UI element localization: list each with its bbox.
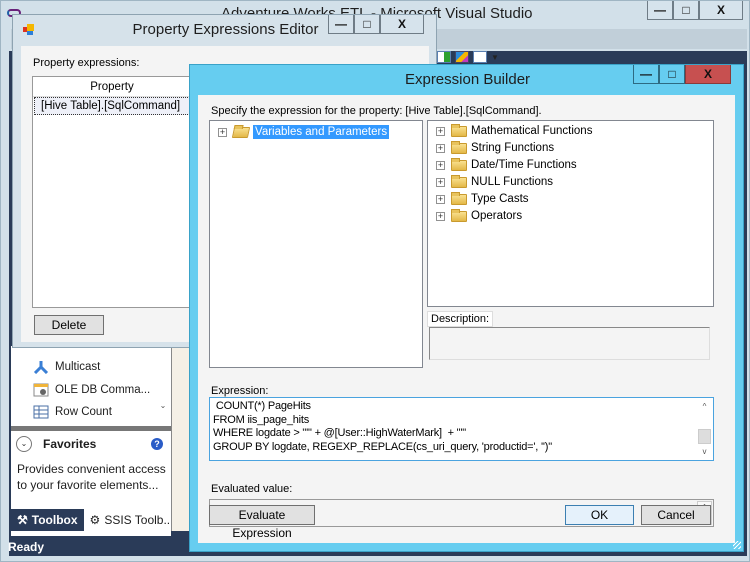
vs-close-button[interactable]: X xyxy=(699,1,743,20)
folder-icon xyxy=(451,208,467,222)
folder-icon xyxy=(451,140,467,154)
tree-node-operators[interactable]: + Operators xyxy=(436,208,522,224)
description-label: Description: xyxy=(427,311,494,327)
folder-icon xyxy=(451,191,467,205)
vs-caption-buttons: — □ X xyxy=(647,1,743,20)
toolbox-item-label: Row Count xyxy=(55,406,112,418)
functions-tree: + Mathematical Functions + String Functi… xyxy=(427,120,714,307)
maximize-button[interactable]: □ xyxy=(659,65,685,84)
toolbox-pane: Multicast OLE DB Comma... Row Count ⌄ ⌄ … xyxy=(11,346,171,536)
toolbox-icon: ⚒ xyxy=(17,513,28,527)
expand-icon[interactable]: + xyxy=(436,211,445,221)
toolbox-scroll-down-button[interactable]: ⌄ xyxy=(157,401,169,415)
tree-node-label: Mathematical Functions xyxy=(471,125,593,137)
toolbox-item-label: OLE DB Comma... xyxy=(55,384,151,396)
expression-text[interactable]: COUNT(*) PageHits FROM iis_page_hits WHE… xyxy=(213,400,693,454)
expand-icon[interactable]: + xyxy=(436,143,445,153)
column-header-property[interactable]: Property xyxy=(33,77,191,97)
dialog-caption-buttons: — □ X xyxy=(328,15,424,34)
dialog-caption-buttons: — □ X xyxy=(633,65,731,84)
table-row[interactable]: [Hive Table].[SqlCommand] xyxy=(34,97,190,115)
description-box xyxy=(429,327,710,360)
scroll-up-button[interactable]: ^ xyxy=(697,399,712,414)
vs-minimize-button[interactable]: — xyxy=(647,1,673,20)
property-expressions-grid: Property [Hive Table].[SqlCommand] xyxy=(32,76,192,308)
tree-node-label: Variables and Parameters xyxy=(253,125,390,139)
folder-open-icon xyxy=(231,126,251,138)
maximize-button[interactable]: □ xyxy=(354,15,380,34)
close-button[interactable]: X xyxy=(685,65,731,84)
tree-node-label: Type Casts xyxy=(471,193,529,205)
favorites-expander-icon[interactable]: ⌄ xyxy=(16,436,32,452)
evaluate-expression-button[interactable]: Evaluate Expression xyxy=(209,505,315,540)
expand-icon[interactable]: + xyxy=(218,127,227,137)
expand-icon[interactable]: + xyxy=(436,177,445,187)
expression-input[interactable]: COUNT(*) PageHits FROM iis_page_hits WHE… xyxy=(209,397,714,461)
scroll-thumb[interactable] xyxy=(698,429,711,444)
tree-node-type-casts[interactable]: + Type Casts xyxy=(436,191,529,207)
toolbox-item-multicast[interactable]: Multicast xyxy=(33,360,100,374)
resize-grip-icon[interactable] xyxy=(733,541,741,549)
property-expressions-label: Property expressions: xyxy=(33,57,140,69)
tab-label: SSIS Toolb... xyxy=(104,513,174,527)
ok-button[interactable]: OK xyxy=(565,505,634,525)
tree-node-label: Operators xyxy=(471,210,523,222)
multicast-icon xyxy=(33,361,49,374)
scroll-down-button[interactable]: v xyxy=(697,444,712,459)
tree-node-null-functions[interactable]: + NULL Functions xyxy=(436,174,553,190)
folder-icon xyxy=(451,123,467,137)
ssis-toolbox-icon: ⚙ xyxy=(89,513,101,527)
tree-node-label: String Functions xyxy=(471,142,555,154)
tab-ssis-toolbox[interactable]: ⚙ SSIS Toolb... xyxy=(83,509,180,531)
delete-button[interactable]: Delete xyxy=(34,315,104,335)
tab-label: Toolbox xyxy=(31,513,78,527)
dropdown-arrow-icon[interactable]: ▼ xyxy=(491,53,499,62)
favorites-description: Provides convenient access to your favor… xyxy=(17,462,166,492)
run-icon[interactable] xyxy=(437,51,451,63)
close-button[interactable]: X xyxy=(380,15,424,34)
expand-icon[interactable]: + xyxy=(436,160,445,170)
tree-node-mathematical-functions[interactable]: + Mathematical Functions xyxy=(436,123,592,139)
variables-tree: + Variables and Parameters xyxy=(209,120,423,368)
tab-toolbox[interactable]: ⚒ Toolbox xyxy=(11,509,84,531)
folder-icon xyxy=(451,157,467,171)
expand-icon[interactable]: + xyxy=(436,126,445,136)
toolbox-splitter[interactable] xyxy=(11,426,171,431)
favorites-title: Favorites xyxy=(43,437,97,451)
window-icon[interactable] xyxy=(473,51,487,63)
evaluated-value-label: Evaluated value: xyxy=(211,483,293,495)
tree-node-label: Date/Time Functions xyxy=(471,159,577,171)
help-icon[interactable]: ? xyxy=(151,438,163,450)
ole-db-command-icon xyxy=(33,383,49,397)
expand-icon[interactable]: + xyxy=(436,194,445,204)
package-icon[interactable] xyxy=(455,51,469,63)
minimize-button[interactable]: — xyxy=(633,65,659,84)
tree-node-variables-and-parameters[interactable]: + Variables and Parameters xyxy=(218,124,390,140)
tree-node-label: NULL Functions xyxy=(471,176,554,188)
row-count-icon xyxy=(33,405,49,419)
designer-toolbar: ▼ xyxy=(437,51,499,63)
dialog-body: Specify the expression for the property:… xyxy=(198,95,735,543)
expression-builder-dialog: Expression Builder — □ X Specify the exp… xyxy=(189,64,744,552)
designer-surface-edge xyxy=(171,346,189,531)
expression-label: Expression: xyxy=(211,385,269,397)
expression-scrollbar[interactable]: ^ v xyxy=(697,399,712,459)
expression-prompt-label: Specify the expression for the property:… xyxy=(211,105,542,117)
cancel-button[interactable]: Cancel xyxy=(641,505,711,525)
minimize-button[interactable]: — xyxy=(328,15,354,34)
toolbox-item-label: Multicast xyxy=(55,361,101,373)
toolbox-item-row-count[interactable]: Row Count xyxy=(33,405,112,419)
tree-node-string-functions[interactable]: + String Functions xyxy=(436,140,554,156)
status-bar-text: Ready xyxy=(8,540,45,554)
tree-node-date-time-functions[interactable]: + Date/Time Functions xyxy=(436,157,577,173)
toolbox-item-ole-db-command[interactable]: OLE DB Comma... xyxy=(33,383,150,397)
folder-icon xyxy=(451,174,467,188)
pane-tabs: ⚒ Toolbox ⚙ SSIS Toolb... xyxy=(11,509,180,531)
vs-maximize-button[interactable]: □ xyxy=(673,1,699,20)
